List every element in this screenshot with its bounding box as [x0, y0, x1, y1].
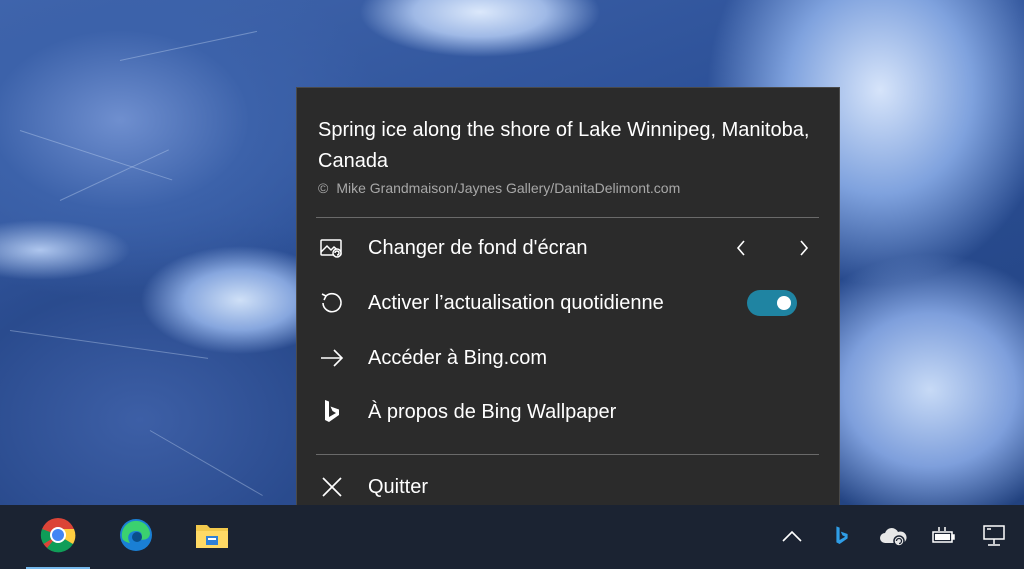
show-hidden-icons-button[interactable] — [779, 525, 805, 551]
previous-wallpaper-button[interactable] — [730, 234, 752, 262]
bing-wallpaper-flyout: Spring ice along the shore of Lake Winni… — [296, 87, 840, 525]
onedrive-icon — [879, 525, 907, 552]
taskbar — [0, 505, 1024, 569]
battery-tray-button[interactable] — [931, 525, 957, 551]
refresh-icon — [318, 289, 346, 317]
chrome-taskbar-button[interactable] — [26, 505, 90, 569]
ice-crack — [149, 430, 263, 496]
about-label: À propos de Bing Wallpaper — [368, 400, 617, 423]
quit-label: Quitter — [368, 475, 429, 498]
next-wallpaper-button[interactable] — [793, 234, 815, 262]
chrome-icon — [40, 517, 76, 558]
ice-crack — [59, 149, 169, 201]
wallpaper-copyright: © Mike Grandmaison/Jaynes Gallery/Danita… — [318, 180, 680, 196]
chevron-up-icon — [781, 529, 803, 548]
change-wallpaper-icon — [318, 234, 346, 262]
file-explorer-icon — [194, 519, 230, 556]
change-wallpaper-item[interactable]: Changer de fond d'écran — [297, 223, 839, 273]
copyright-symbol: © — [318, 180, 329, 196]
go-to-bing-item[interactable]: Accéder à Bing.com — [297, 333, 839, 383]
wallpaper-caption: Spring ice along the shore of Lake Winni… — [318, 119, 810, 172]
daily-refresh-item[interactable]: Activer l’actualisation quotidienne — [297, 278, 839, 328]
go-to-bing-label: Accéder à Bing.com — [368, 346, 547, 369]
edge-icon — [118, 517, 154, 558]
daily-refresh-label: Activer l’actualisation quotidienne — [368, 291, 664, 314]
toggle-knob — [777, 296, 791, 310]
copyright-text: Mike Grandmaison/Jaynes Gallery/DanitaDe… — [336, 180, 681, 196]
daily-refresh-toggle[interactable] — [747, 290, 797, 316]
change-wallpaper-label: Changer de fond d'écran — [368, 236, 588, 259]
ice-crack — [9, 330, 209, 359]
ice-crack — [19, 130, 173, 181]
file-explorer-taskbar-button[interactable] — [180, 505, 244, 569]
about-item[interactable]: À propos de Bing Wallpaper — [297, 387, 839, 437]
onedrive-tray-button[interactable] — [879, 525, 907, 552]
network-tray-button[interactable] — [981, 524, 1007, 553]
battery-icon — [931, 526, 957, 551]
ice-crack — [119, 30, 258, 61]
network-icon — [981, 524, 1007, 553]
divider — [316, 454, 819, 455]
bing-tray-icon — [834, 525, 850, 552]
divider — [316, 217, 819, 218]
close-icon — [318, 473, 346, 501]
edge-taskbar-button[interactable] — [104, 505, 168, 569]
bing-logo-icon — [318, 398, 346, 426]
arrow-right-icon — [318, 344, 346, 372]
bing-tray-button[interactable] — [829, 525, 855, 551]
